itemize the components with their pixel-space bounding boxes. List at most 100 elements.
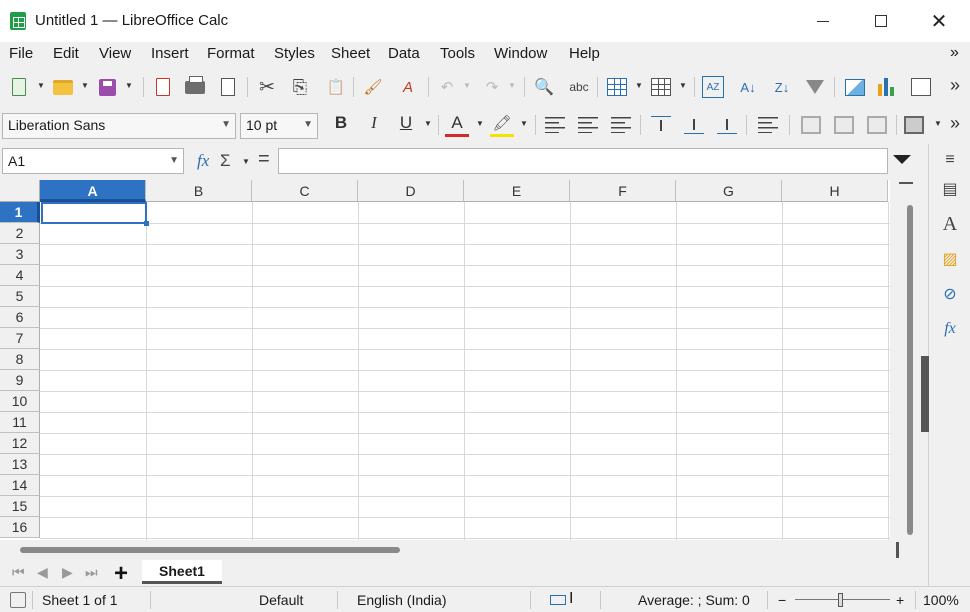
add-sheet-button[interactable]: + (114, 560, 128, 588)
bold-button[interactable]: B (330, 113, 352, 137)
function-wizard-button[interactable]: fx (197, 151, 209, 171)
unmerge-cells-button[interactable] (866, 114, 888, 136)
copy-button[interactable]: ⎘ (289, 76, 311, 98)
sum-dropdown-arrow[interactable]: ▼ (242, 157, 250, 166)
row-header[interactable]: 16 (0, 517, 40, 538)
column-header[interactable]: F (570, 180, 676, 202)
first-sheet-icon[interactable]: ⏮ (12, 564, 25, 581)
cell-borders-button[interactable] (903, 114, 925, 136)
zoom-slider-knob[interactable] (838, 593, 843, 607)
find-replace-button[interactable]: 🔍 (533, 76, 555, 98)
row-header[interactable]: 7 (0, 328, 40, 349)
name-box[interactable]: A1 ▼ (2, 148, 184, 174)
center-vertically-button[interactable] (683, 114, 705, 136)
column-header[interactable]: E (464, 180, 570, 202)
chevron-down-icon[interactable]: ▼ (169, 155, 179, 166)
row-button[interactable] (606, 76, 628, 98)
scroll-split-handle[interactable] (899, 182, 913, 184)
column-header[interactable]: H (782, 180, 888, 202)
toolbar-overflow-button[interactable]: » (950, 75, 960, 96)
column-dropdown-arrow[interactable]: ▼ (679, 81, 687, 90)
active-cell-cursor[interactable] (41, 202, 149, 226)
close-button[interactable]: ✕ (910, 0, 968, 42)
chevron-down-icon[interactable]: ▼ (303, 119, 313, 130)
column-header[interactable]: D (358, 180, 464, 202)
clone-formatting-button[interactable]: 🖌 (362, 76, 384, 98)
row-dropdown-arrow[interactable]: ▼ (635, 81, 643, 90)
menu-sheet[interactable]: Sheet (331, 45, 370, 62)
column-header[interactable]: G (676, 180, 782, 202)
functions-icon[interactable]: fx (938, 317, 962, 341)
formatting-overflow-button[interactable]: » (950, 113, 960, 134)
column-header[interactable]: B (146, 180, 252, 202)
row-header[interactable]: 9 (0, 370, 40, 391)
column-header[interactable]: C (252, 180, 358, 202)
row-header[interactable]: 8 (0, 349, 40, 370)
redo-dropdown-arrow[interactable]: ▼ (508, 81, 516, 90)
sum-button[interactable]: Σ (220, 151, 231, 171)
print-button[interactable] (184, 75, 206, 98)
sort-button[interactable]: AZ (702, 76, 724, 98)
autofilter-button[interactable] (804, 76, 826, 98)
save-button[interactable] (96, 76, 118, 98)
column-header[interactable]: A (40, 180, 146, 202)
zoom-out-button[interactable]: − (778, 592, 786, 608)
open-button[interactable] (52, 76, 74, 98)
page-style[interactable]: Default (259, 592, 303, 608)
row-header[interactable]: 5 (0, 286, 40, 307)
row-header[interactable]: 10 (0, 391, 40, 412)
navigator-icon[interactable]: ⊘ (938, 282, 962, 306)
column-button[interactable] (650, 76, 672, 98)
row-header[interactable]: 4 (0, 265, 40, 286)
styles-icon[interactable]: A (938, 212, 962, 236)
clear-formatting-button[interactable]: A (397, 76, 419, 98)
scroll-split-handle[interactable] (896, 542, 899, 558)
sort-descending-button[interactable]: Z↓ (771, 76, 793, 98)
font-name-combobox[interactable]: Liberation Sans ▼ (2, 113, 236, 139)
menu-insert[interactable]: Insert (151, 45, 189, 62)
formula-input[interactable] (278, 148, 888, 174)
align-bottom-button[interactable] (716, 114, 738, 136)
new-document-button[interactable] (8, 76, 30, 98)
merge-cells-button[interactable] (800, 114, 822, 136)
paste-button[interactable]: 📋 (325, 76, 347, 98)
maximize-button[interactable] (852, 0, 910, 42)
wrap-text-button[interactable] (757, 114, 779, 136)
language[interactable]: English (India) (357, 592, 447, 608)
undo-dropdown-arrow[interactable]: ▼ (463, 81, 471, 90)
next-sheet-icon[interactable]: ▶ (62, 564, 73, 581)
insert-pivot-table-button[interactable] (910, 76, 932, 98)
formula-button[interactable]: = (258, 148, 270, 171)
zoom-in-button[interactable]: + (896, 592, 904, 608)
menu-styles[interactable]: Styles (274, 45, 315, 62)
insert-mode-icon[interactable]: I (569, 590, 573, 608)
row-header[interactable]: 13 (0, 454, 40, 475)
underline-dropdown-arrow[interactable]: ▼ (424, 119, 432, 128)
menu-help[interactable]: Help (569, 45, 600, 62)
document-modified-icon[interactable] (10, 592, 26, 608)
chevron-down-icon[interactable]: ▼ (221, 119, 231, 130)
row-header[interactable]: 1 (0, 202, 40, 223)
merge-center-button[interactable] (833, 114, 855, 136)
menu-window[interactable]: Window (494, 45, 547, 62)
insert-image-button[interactable] (844, 76, 866, 98)
sort-ascending-button[interactable]: A↓ (737, 76, 759, 98)
status-summary[interactable]: Average: ; Sum: 0 (638, 592, 750, 608)
open-dropdown-arrow[interactable]: ▼ (81, 81, 89, 90)
cut-button[interactable]: ✂ (256, 76, 278, 98)
menu-file[interactable]: File (9, 45, 33, 62)
selection-mode-icon[interactable] (550, 595, 566, 605)
horizontal-scroll-thumb[interactable] (20, 547, 400, 553)
select-all-corner[interactable] (0, 180, 40, 202)
sidebar-collapse-handle[interactable] (921, 356, 929, 432)
row-header[interactable]: 6 (0, 307, 40, 328)
print-preview-button[interactable] (217, 76, 239, 98)
align-left-button[interactable] (544, 114, 566, 136)
borders-dropdown-arrow[interactable]: ▼ (934, 119, 942, 128)
new-dropdown-arrow[interactable]: ▼ (37, 81, 45, 90)
row-header[interactable]: 15 (0, 496, 40, 517)
expand-formula-bar-icon[interactable] (893, 155, 911, 164)
underline-button[interactable]: U (395, 113, 417, 137)
properties-icon[interactable]: ▤ (938, 177, 962, 201)
italic-button[interactable]: I (363, 113, 385, 137)
